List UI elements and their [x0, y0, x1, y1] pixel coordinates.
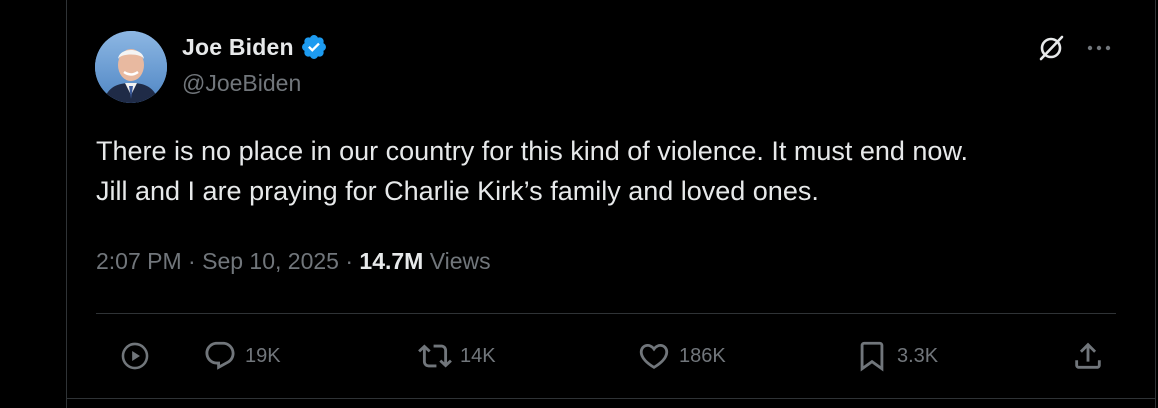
post-meta: 2:07 PM · Sep 10, 2025 · 14.7M Views: [96, 248, 491, 275]
like-count: 186K: [679, 344, 726, 367]
heart-icon: [639, 343, 669, 369]
bottom-divider: [66, 398, 1156, 399]
post-text-line: There is no place in our country for thi…: [96, 136, 968, 166]
post-time[interactable]: 2:07 PM: [96, 248, 182, 274]
author-handle[interactable]: @JoeBiden: [182, 70, 301, 97]
views-label: Views: [429, 248, 491, 274]
more-options-icon[interactable]: [1084, 36, 1114, 60]
repost-button[interactable]: 14K: [418, 336, 496, 376]
avatar-image: [95, 31, 167, 103]
author-name-row[interactable]: Joe Biden: [182, 33, 328, 61]
bookmark-icon: [860, 341, 884, 372]
divider: [96, 313, 1116, 314]
post-text: There is no place in our country for thi…: [96, 131, 1136, 211]
post-text-line: Jill and I are praying for Charlie Kirk’…: [96, 176, 819, 206]
reply-button[interactable]: 19K: [203, 336, 281, 376]
grok-icon[interactable]: [1035, 32, 1067, 64]
bookmark-count: 3.3K: [897, 344, 939, 367]
repost-count: 14K: [460, 344, 496, 367]
share-icon: [1075, 342, 1101, 369]
meta-separator: ·: [188, 248, 196, 274]
avatar[interactable]: [95, 31, 167, 103]
like-button[interactable]: 186K: [637, 336, 726, 376]
repost-icon: [418, 344, 452, 368]
post-date[interactable]: Sep 10, 2025: [202, 248, 339, 274]
share-button[interactable]: [1071, 336, 1105, 376]
author-name[interactable]: Joe Biden: [182, 34, 294, 61]
views-count: 14.7M: [359, 248, 424, 274]
play-button[interactable]: [118, 336, 152, 376]
bookmark-button[interactable]: 3.3K: [855, 336, 938, 376]
meta-separator: ·: [345, 248, 354, 274]
reply-icon: [205, 341, 235, 370]
verified-badge-icon[interactable]: [300, 33, 328, 61]
play-circle-icon: [121, 342, 149, 370]
reply-count: 19K: [245, 344, 281, 367]
